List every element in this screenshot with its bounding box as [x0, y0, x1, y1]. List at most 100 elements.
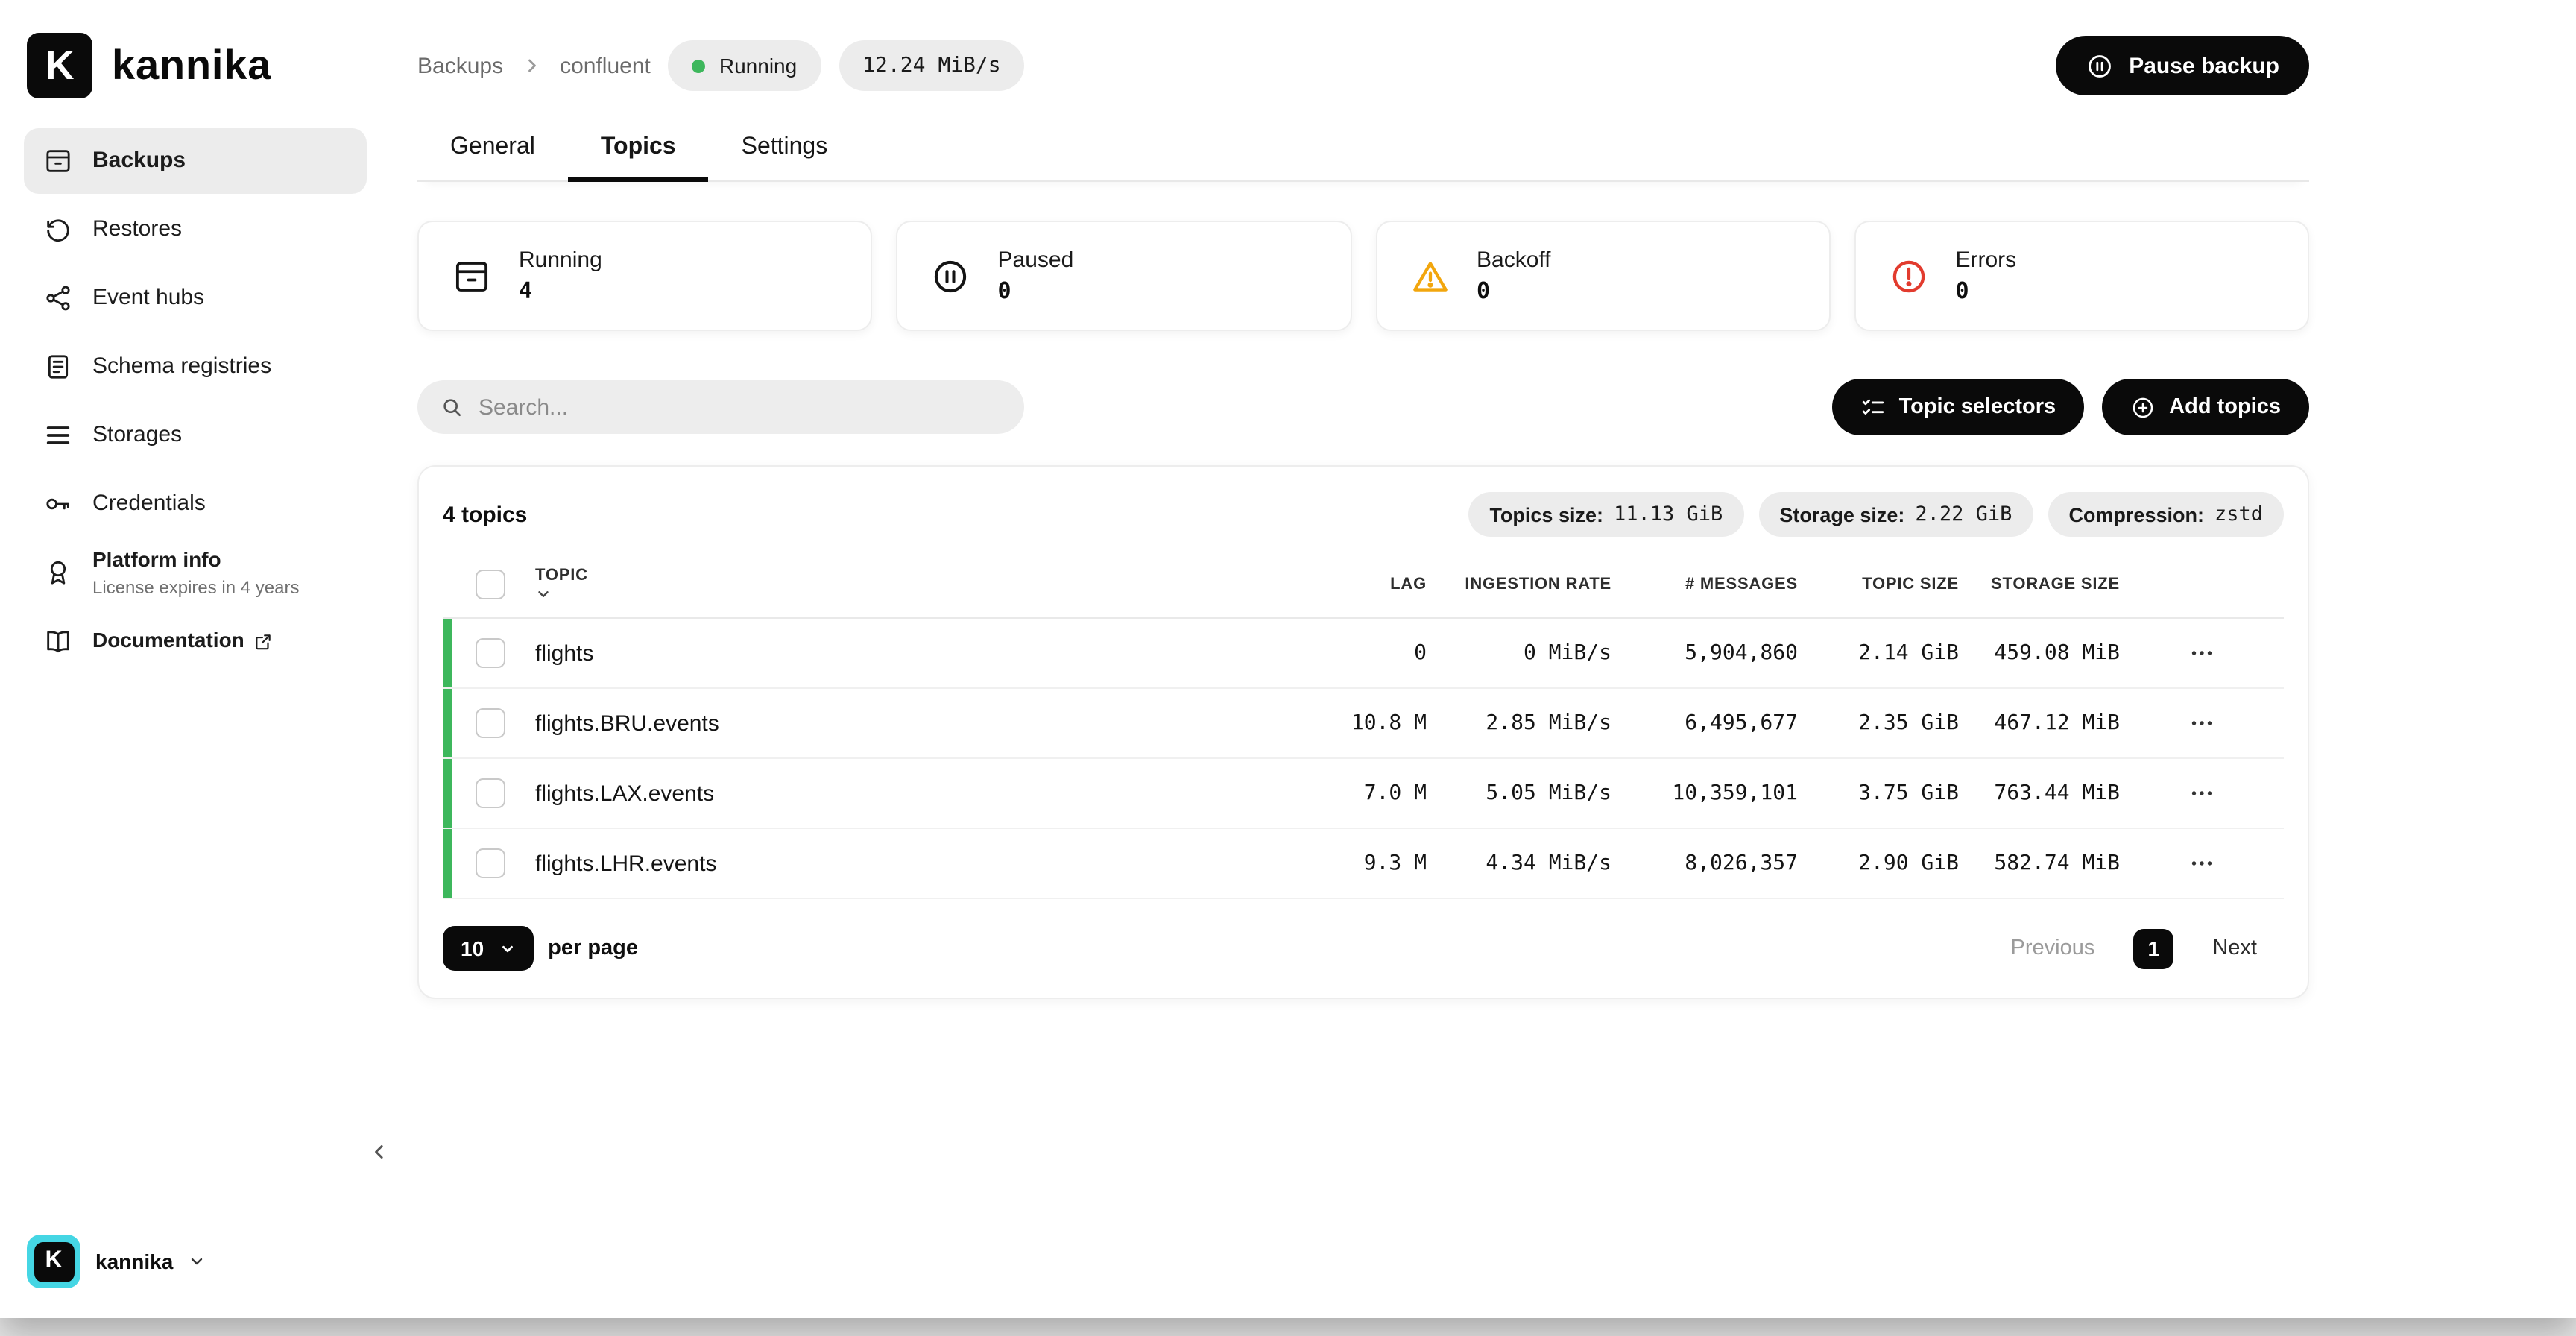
chevron-right-icon	[521, 55, 542, 76]
stat-value: 0	[1956, 277, 2017, 304]
stat-value: 0	[998, 277, 1074, 304]
column-header-topic[interactable]: TOPIC	[535, 566, 1292, 584]
messages-cell: 6,495,677	[1611, 711, 1798, 735]
sidebar-item-restores[interactable]: Restores	[24, 197, 367, 262]
messages-cell: 8,026,357	[1611, 851, 1798, 875]
sidebar-item-label: Backups	[92, 148, 186, 174]
topic-size-cell: 2.90 GiB	[1798, 851, 1959, 875]
storage-size-cell: 459.08 MiB	[1959, 641, 2120, 665]
table-row[interactable]: flights.BRU.events 10.8 M 2.85 MiB/s 6,4…	[443, 689, 2284, 759]
account-menu[interactable]: K kannika	[27, 1235, 206, 1288]
sidebar-item-documentation[interactable]: Documentation	[24, 608, 367, 674]
topic-name: flights.LAX.events	[535, 781, 1292, 806]
add-topics-button[interactable]: Add topics	[2102, 379, 2309, 435]
storage-size-label: Storage size:	[1779, 503, 1904, 526]
key-icon	[43, 489, 73, 519]
ellipsis-icon	[2188, 780, 2215, 807]
topic-name: flights.BRU.events	[535, 710, 1292, 736]
badge-icon	[43, 558, 73, 587]
compression-badge: Compression: zstd	[2048, 492, 2284, 537]
row-status-bar	[443, 689, 452, 757]
license-expiry-text: License expires in 4 years	[92, 577, 300, 598]
select-all-checkbox[interactable]	[476, 569, 505, 599]
page-size-select[interactable]: 10	[443, 926, 533, 971]
sidebar-nav: Backups Restores Event hubs Schema regis…	[0, 128, 391, 674]
topic-size-cell: 2.35 GiB	[1798, 711, 1959, 735]
add-topics-label: Add topics	[2169, 395, 2281, 419]
table-footer: 10 per page Previous 1 Next	[443, 926, 2284, 971]
stat-card-paused: Paused 0	[897, 221, 1352, 331]
table-row[interactable]: flights.LHR.events 9.3 M 4.34 MiB/s 8,02…	[443, 829, 2284, 899]
stat-value: 0	[1477, 277, 1551, 304]
search-input[interactable]	[479, 394, 1002, 420]
breadcrumb-backups[interactable]: Backups	[417, 53, 503, 78]
compression-value: zstd	[2214, 502, 2263, 526]
kannika-logo-icon: K	[27, 33, 92, 98]
topic-selectors-button[interactable]: Topic selectors	[1832, 379, 2085, 435]
row-checkbox[interactable]	[476, 848, 505, 878]
lag-cell: 0	[1292, 641, 1427, 665]
tab-bar: General Topics Settings	[417, 119, 2309, 182]
tab-settings[interactable]: Settings	[709, 119, 861, 180]
topic-size-cell: 2.14 GiB	[1798, 641, 1959, 665]
external-link-icon	[253, 631, 273, 651]
pause-backup-button[interactable]: Pause backup	[2056, 36, 2309, 95]
stats-row: Running 4 Paused 0 Backoff 0	[417, 221, 2309, 331]
row-checkbox[interactable]	[476, 708, 505, 738]
next-page-button[interactable]: Next	[2212, 936, 2257, 960]
sidebar-item-platform-info[interactable]: Platform info License expires in 4 years	[24, 540, 367, 605]
table-header-row: TOPIC LAG INGESTION RATE # MESSAGES TOPI…	[443, 550, 2284, 619]
row-status-bar	[443, 759, 452, 828]
row-actions-button[interactable]	[2179, 771, 2224, 816]
tab-general[interactable]: General	[417, 119, 568, 180]
chevron-left-icon	[367, 1140, 390, 1162]
lag-cell: 10.8 M	[1292, 711, 1427, 735]
row-status-bar	[443, 829, 452, 898]
sidebar-item-storages[interactable]: Storages	[24, 403, 367, 468]
viewport: K kannika Backups Restores Event hubs Sc…	[0, 0, 2576, 1336]
sidebar-item-label: Restores	[92, 216, 182, 243]
messages-cell: 10,359,101	[1611, 781, 1798, 805]
book-icon	[43, 626, 73, 656]
stat-card-backoff: Backoff 0	[1375, 221, 1831, 331]
table-row[interactable]: flights.LAX.events 7.0 M 5.05 MiB/s 10,3…	[443, 759, 2284, 829]
sidebar-item-backups[interactable]: Backups	[24, 128, 367, 194]
page-header: Backups confluent Running 12.24 MiB/s Pa…	[417, 36, 2309, 95]
current-page-button[interactable]: 1	[2133, 928, 2174, 968]
sidebar-item-event-hubs[interactable]: Event hubs	[24, 265, 367, 331]
account-avatar: K	[27, 1235, 80, 1288]
sort-chevron-icon[interactable]	[535, 585, 552, 602]
plus-circle-icon	[2130, 394, 2156, 420]
topics-size-value: 11.13 GiB	[1614, 502, 1723, 526]
stat-label: Running	[519, 248, 602, 273]
sidebar-item-label: Storages	[92, 422, 182, 449]
sidebar-item-label: Event hubs	[92, 285, 204, 312]
checklist-icon	[1860, 394, 1886, 420]
table-row[interactable]: flights 0 0 MiB/s 5,904,860 2.14 GiB 459…	[443, 619, 2284, 689]
stat-label: Backoff	[1477, 248, 1551, 273]
hub-icon	[43, 283, 73, 313]
stat-label: Paused	[998, 248, 1074, 273]
lag-cell: 7.0 M	[1292, 781, 1427, 805]
row-checkbox[interactable]	[476, 638, 505, 668]
previous-page-button[interactable]: Previous	[2011, 936, 2095, 960]
compression-label: Compression:	[2068, 503, 2204, 526]
stat-label: Errors	[1956, 248, 2017, 273]
sidebar-item-credentials[interactable]: Credentials	[24, 471, 367, 537]
topics-toolbar: Topic selectors Add topics	[417, 379, 2309, 435]
row-checkbox[interactable]	[476, 778, 505, 808]
row-actions-button[interactable]	[2179, 701, 2224, 746]
tab-topics[interactable]: Topics	[568, 119, 709, 180]
storage-size-value: 2.22 GiB	[1915, 502, 2012, 526]
sidebar-collapse-button[interactable]	[361, 1133, 397, 1169]
row-actions-button[interactable]	[2179, 631, 2224, 675]
status-label: Running	[719, 54, 797, 78]
topic-name: flights.LHR.events	[535, 851, 1292, 876]
pause-circle-icon	[931, 256, 971, 296]
row-actions-button[interactable]	[2179, 841, 2224, 886]
sidebar-item-schema-registries[interactable]: Schema registries	[24, 334, 367, 400]
chevron-down-icon	[499, 940, 515, 957]
brand-logo[interactable]: K kannika	[0, 0, 391, 98]
search-box	[417, 380, 1024, 434]
sidebar-item-label: Credentials	[92, 491, 206, 517]
